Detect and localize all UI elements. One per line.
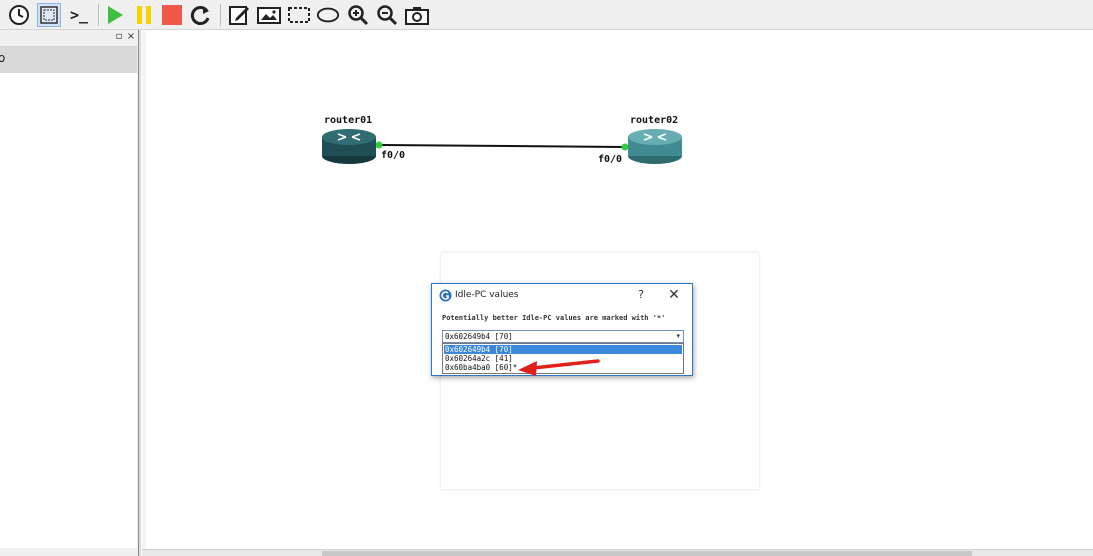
gns3-window: >_ ▫ × o router01 router02 f0/0 f0/0 Idl…	[0, 0, 1093, 556]
horizontal-scrollbar[interactable]	[142, 549, 1093, 556]
scrollbar-thumb[interactable]	[322, 551, 972, 556]
annotation-arrow	[518, 359, 600, 376]
